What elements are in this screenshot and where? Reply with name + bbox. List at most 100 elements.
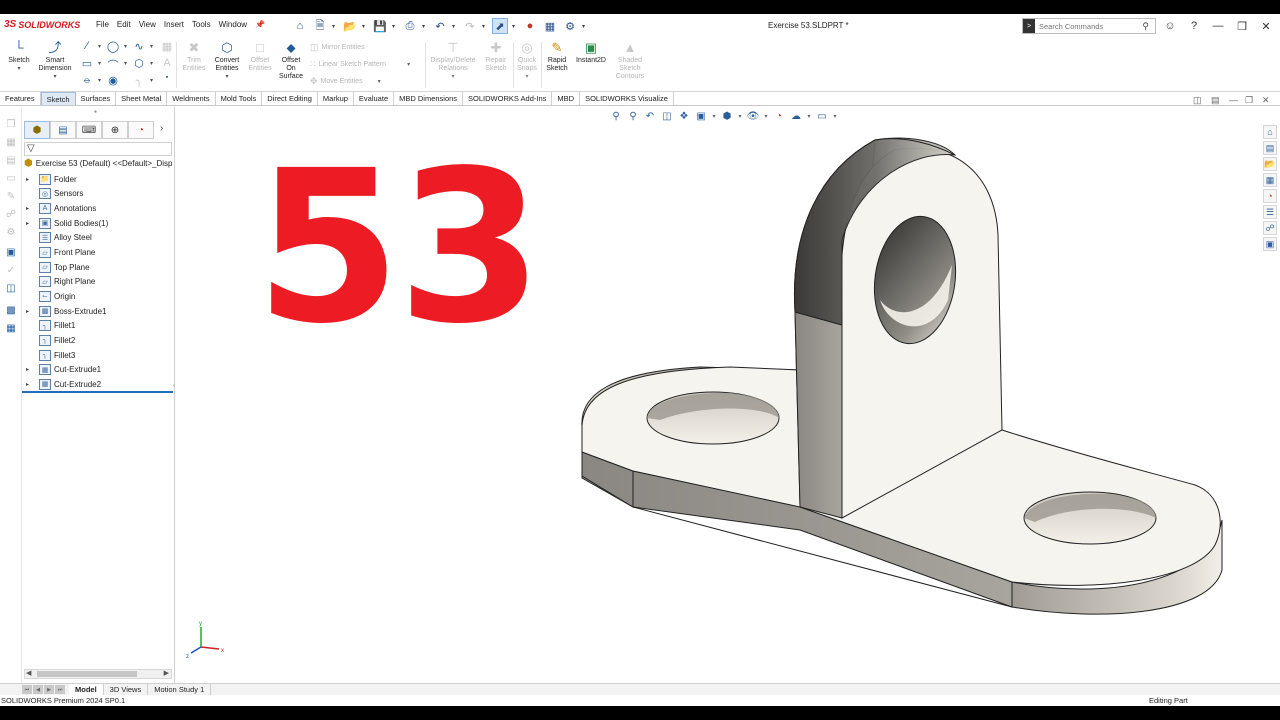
tree-item[interactable]: ▸ ▦ Cut-Extrude2 (22, 377, 175, 392)
dynamic-annotation-icon[interactable]: ❖ (677, 109, 691, 123)
design-library-icon[interactable]: ▤ (1263, 141, 1277, 155)
tree-item[interactable]: ▸ ▦ Cut-Extrude1 (22, 362, 175, 377)
instant2d-button[interactable]: ▣ Instant2D (572, 40, 610, 65)
tree-item[interactable]: ▸ ▣ Solid Bodies(1) (22, 216, 175, 231)
close-icon[interactable]: ✕ (1258, 18, 1274, 34)
user-account-icon[interactable]: ☺ (1162, 18, 1178, 34)
sketch-dropdown-icon[interactable]: ▾ (17, 65, 20, 73)
tree-item[interactable]: ☰ Alloy Steel (22, 231, 175, 246)
rectangle-icon[interactable]: ▭ (80, 57, 94, 70)
filter-icon[interactable]: ▽ (27, 143, 35, 154)
doc-close-icon[interactable]: ✕ (1262, 95, 1270, 106)
search-commands[interactable]: > ⚲ (1022, 18, 1156, 34)
slot-dropdown-icon[interactable]: ▾ (98, 77, 101, 84)
expand-chevron-icon[interactable]: ▸ (26, 308, 32, 315)
menu-window[interactable]: Window (215, 20, 251, 29)
tree-item[interactable]: ⌙ Origin (22, 289, 175, 304)
open-dropdown-icon[interactable]: ▾ (362, 23, 368, 30)
tab-mbd[interactable]: MBD (552, 92, 581, 105)
previous-view-icon[interactable]: ↶ (643, 109, 657, 123)
relations-dropdown-icon[interactable]: ▾ (451, 73, 454, 81)
tab-motion-study-1[interactable]: Motion Study 1 (148, 684, 212, 695)
panel-grip-icon[interactable]: ● (94, 109, 97, 115)
convert-entities-button[interactable]: ⬡ Convert Entities ▾ (211, 40, 243, 81)
strip-component-icon[interactable]: ▩ (4, 303, 18, 317)
hide-show-dropdown-icon[interactable]: ▾ (763, 109, 769, 123)
search-input[interactable] (1035, 21, 1143, 31)
menu-insert[interactable]: Insert (160, 20, 188, 29)
rapid-sketch-button[interactable]: ✎ Rapid Sketch (543, 40, 571, 73)
point-icon[interactable]: ◉ (106, 74, 120, 87)
spline-icon[interactable]: ∿ (132, 40, 146, 53)
edit-appearance-icon[interactable]: ◔ (772, 109, 786, 123)
strip-view-icon[interactable]: ▣ (4, 245, 18, 259)
text-icon[interactable]: A (160, 57, 174, 69)
tree-horizontal-scrollbar[interactable]: ◀ ▶ (24, 669, 172, 679)
linear-sketch-pattern-button[interactable]: ∷ Linear Sketch Pattern ▾ (310, 59, 410, 70)
options-gear-icon[interactable]: ⚙ (562, 18, 578, 34)
quick-snaps-button[interactable]: ◎ Quick Snaps ▾ (514, 40, 540, 81)
strip-paste-icon[interactable]: ▦ (4, 135, 18, 149)
graphics-area[interactable]: 53 ⚲ ⚲ ↶ ◫ ❖ ▣ ▾ ⬢ ▾ 👁 ▾ ◔ ☁ ▾ ▭ ▾ ⌂ ▤ 📂… (175, 107, 1280, 683)
move-entities-button[interactable]: ✥ Move Entities ▾ (310, 76, 381, 87)
tree-item[interactable]: ◎ Sensors (22, 187, 175, 202)
feature-tree-tab-icon[interactable]: ⬢ (24, 121, 50, 139)
minimize-icon[interactable]: — (1210, 18, 1226, 34)
bracket-3d-model[interactable] (575, 133, 1235, 633)
strip-display-icon[interactable]: ◫ (4, 281, 18, 295)
scene-dropdown-icon[interactable]: ▾ (806, 109, 812, 123)
tab-sheet-metal[interactable]: Sheet Metal (116, 92, 168, 105)
tree-item[interactable]: ╮ Fillet1 (22, 318, 175, 333)
view-palette-icon[interactable]: ▦ (1263, 173, 1277, 187)
convert-dropdown-icon[interactable]: ▾ (225, 73, 228, 81)
tab-direct-editing[interactable]: Direct Editing (262, 92, 318, 105)
tree-item[interactable]: ▸ ▩ Boss-Extrude1 (22, 304, 175, 319)
offset-on-surface-button[interactable]: ⬥ Offset On Surface (277, 40, 305, 81)
offset-entities-button[interactable]: □ Offset Entities (245, 40, 275, 73)
tab-model[interactable]: Model (69, 684, 104, 695)
save-icon[interactable]: 💾 (372, 18, 388, 34)
help-icon[interactable]: ? (1186, 18, 1202, 34)
first-tab-icon[interactable]: ⏮ (22, 685, 32, 694)
menu-view[interactable]: View (135, 20, 160, 29)
display-delete-relations-button[interactable]: ⊤ Display/Delete Relations ▾ (428, 40, 478, 81)
scroll-left-icon[interactable]: ◀ (26, 669, 31, 677)
new-window-icon[interactable]: ▤ (1211, 95, 1220, 106)
expand-chevron-icon[interactable]: ▸ (26, 381, 32, 388)
tab-solidworks-add-ins[interactable]: SOLIDWORKS Add-Ins (463, 92, 553, 105)
tab-weldments[interactable]: Weldments (167, 92, 216, 105)
slot-icon[interactable]: ⦵ (80, 74, 94, 87)
open-folder-icon[interactable]: 📂 (342, 18, 358, 34)
tab-markup[interactable]: Markup (318, 92, 354, 105)
circle-icon[interactable]: ◯ (106, 40, 120, 53)
prev-tab-icon[interactable]: ◀ (33, 685, 43, 694)
new-dropdown-icon[interactable]: ▾ (332, 23, 338, 30)
tree-filter[interactable]: ▽ (24, 142, 172, 156)
arc-icon[interactable]: ⌒ (106, 57, 120, 73)
tree-item[interactable]: ╮ Fillet2 (22, 333, 175, 348)
strip-edit-icon[interactable]: ✎ (4, 189, 18, 203)
sketch-grid-icon[interactable]: ▦ (160, 40, 174, 53)
select-dropdown-icon[interactable]: ▾ (512, 23, 518, 30)
next-tab-icon[interactable]: ▶ (44, 685, 54, 694)
section-view-icon[interactable]: ◫ (660, 109, 674, 123)
tab-sketch[interactable]: Sketch (40, 92, 76, 105)
options-dropdown-icon[interactable]: ▾ (582, 23, 588, 30)
smart-dimension-button[interactable]: ⤴ Smart Dimension ▾ (34, 40, 76, 81)
display-manager-tab-icon[interactable]: ◔ (128, 121, 154, 139)
tab-solidworks-visualize[interactable]: SOLIDWORKS Visualize (580, 92, 674, 105)
expand-chevron-icon[interactable]: ▸ (26, 205, 32, 212)
pin-icon[interactable]: 📌 (251, 20, 269, 29)
circle-dropdown-icon[interactable]: ▾ (124, 43, 127, 50)
sketch-button[interactable]: └ Sketch ▾ (6, 40, 32, 73)
file-properties-icon[interactable]: ▦ (542, 18, 558, 34)
new-document-icon[interactable]: 🗎 (312, 18, 328, 34)
undo-dropdown-icon[interactable]: ▾ (452, 23, 458, 30)
mirror-entities-button[interactable]: ◫ Mirror Entities (310, 42, 365, 53)
polygon-icon[interactable]: ⬡ (132, 57, 146, 70)
spline-dropdown-icon[interactable]: ▾ (150, 43, 153, 50)
restore-icon[interactable]: ❐ (1234, 18, 1250, 34)
arc-dropdown-icon[interactable]: ▾ (124, 60, 127, 67)
plane-tool-icon[interactable]: ▪ (160, 74, 174, 81)
expand-chevron-icon[interactable]: ▸ (26, 366, 32, 373)
